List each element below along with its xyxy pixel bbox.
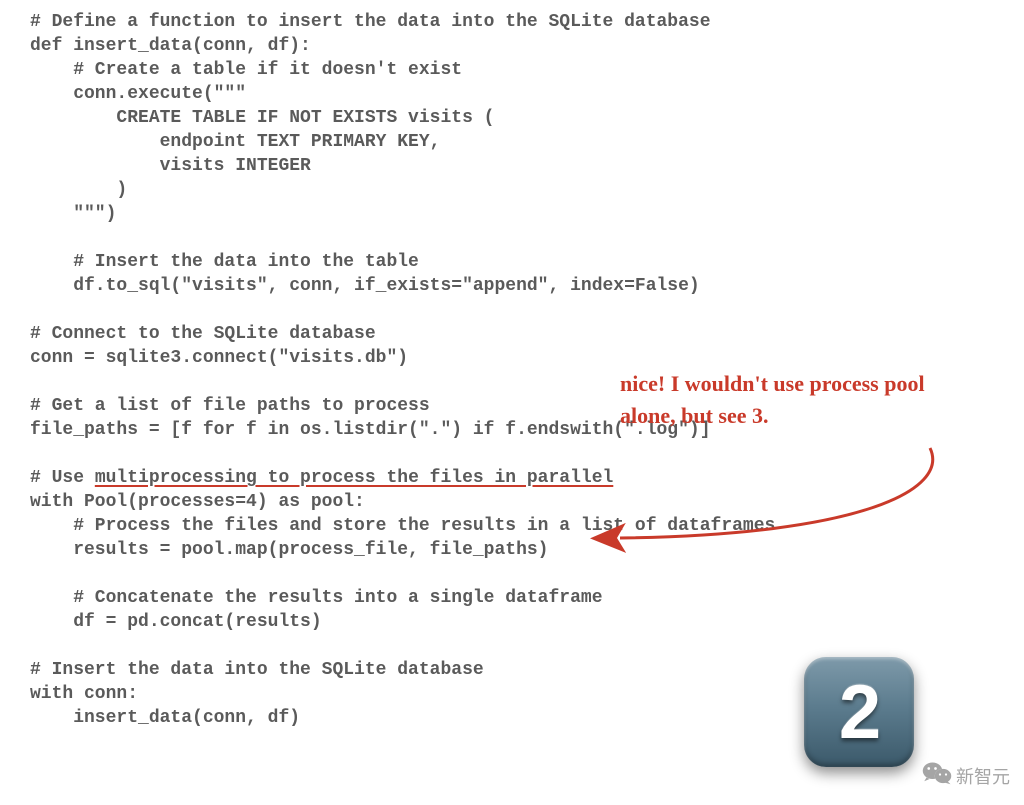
watermark-text: 新智元 [956,763,1010,789]
code-line: endpoint TEXT PRIMARY KEY, [30,132,440,152]
code-line: conn = sqlite3.connect("visits.db") [30,348,408,368]
code-line: # Define a function to insert the data i… [30,12,711,32]
code-line: # Insert the data into the SQLite databa… [30,660,484,680]
code-line: # Insert the data into the table [30,252,419,272]
handwritten-annotation: nice! I wouldn't use process pool alone,… [620,368,970,432]
wechat-watermark: 新智元 [922,760,1010,791]
code-line: conn.execute(""" [30,84,246,104]
code-line: with Pool(processes=4) as pool: [30,492,365,512]
code-line: # Create a table if it doesn't exist [30,60,462,80]
code-line: # Concatenate the results into a single … [30,588,603,608]
code-line: df = pd.concat(results) [30,612,322,632]
code-line: visits INTEGER [30,156,311,176]
badge-number: 2 [839,669,879,756]
code-line: results = pool.map(process_file, file_pa… [30,540,548,560]
wechat-icon [922,760,952,791]
code-line: with conn: [30,684,138,704]
code-line: # Connect to the SQLite database [30,324,376,344]
code-line: """) [30,204,116,224]
code-line: df.to_sql("visits", conn, if_exists="app… [30,276,700,296]
code-line: insert_data(conn, df) [30,708,300,728]
code-line: file_paths = [f for f in os.listdir(".")… [30,420,711,440]
code-line: ) [30,180,127,200]
underlined-text: multiprocessing to process the files in … [95,468,613,488]
number-badge: 2 [804,657,914,767]
code-line: CREATE TABLE IF NOT EXISTS visits ( [30,108,494,128]
code-line: # Use multiprocessing to process the fil… [30,468,613,488]
code-line: # Get a list of file paths to process [30,396,430,416]
code-line: # Process the files and store the result… [30,516,775,536]
code-text: # Use [30,468,95,488]
code-line: def insert_data(conn, df): [30,36,311,56]
